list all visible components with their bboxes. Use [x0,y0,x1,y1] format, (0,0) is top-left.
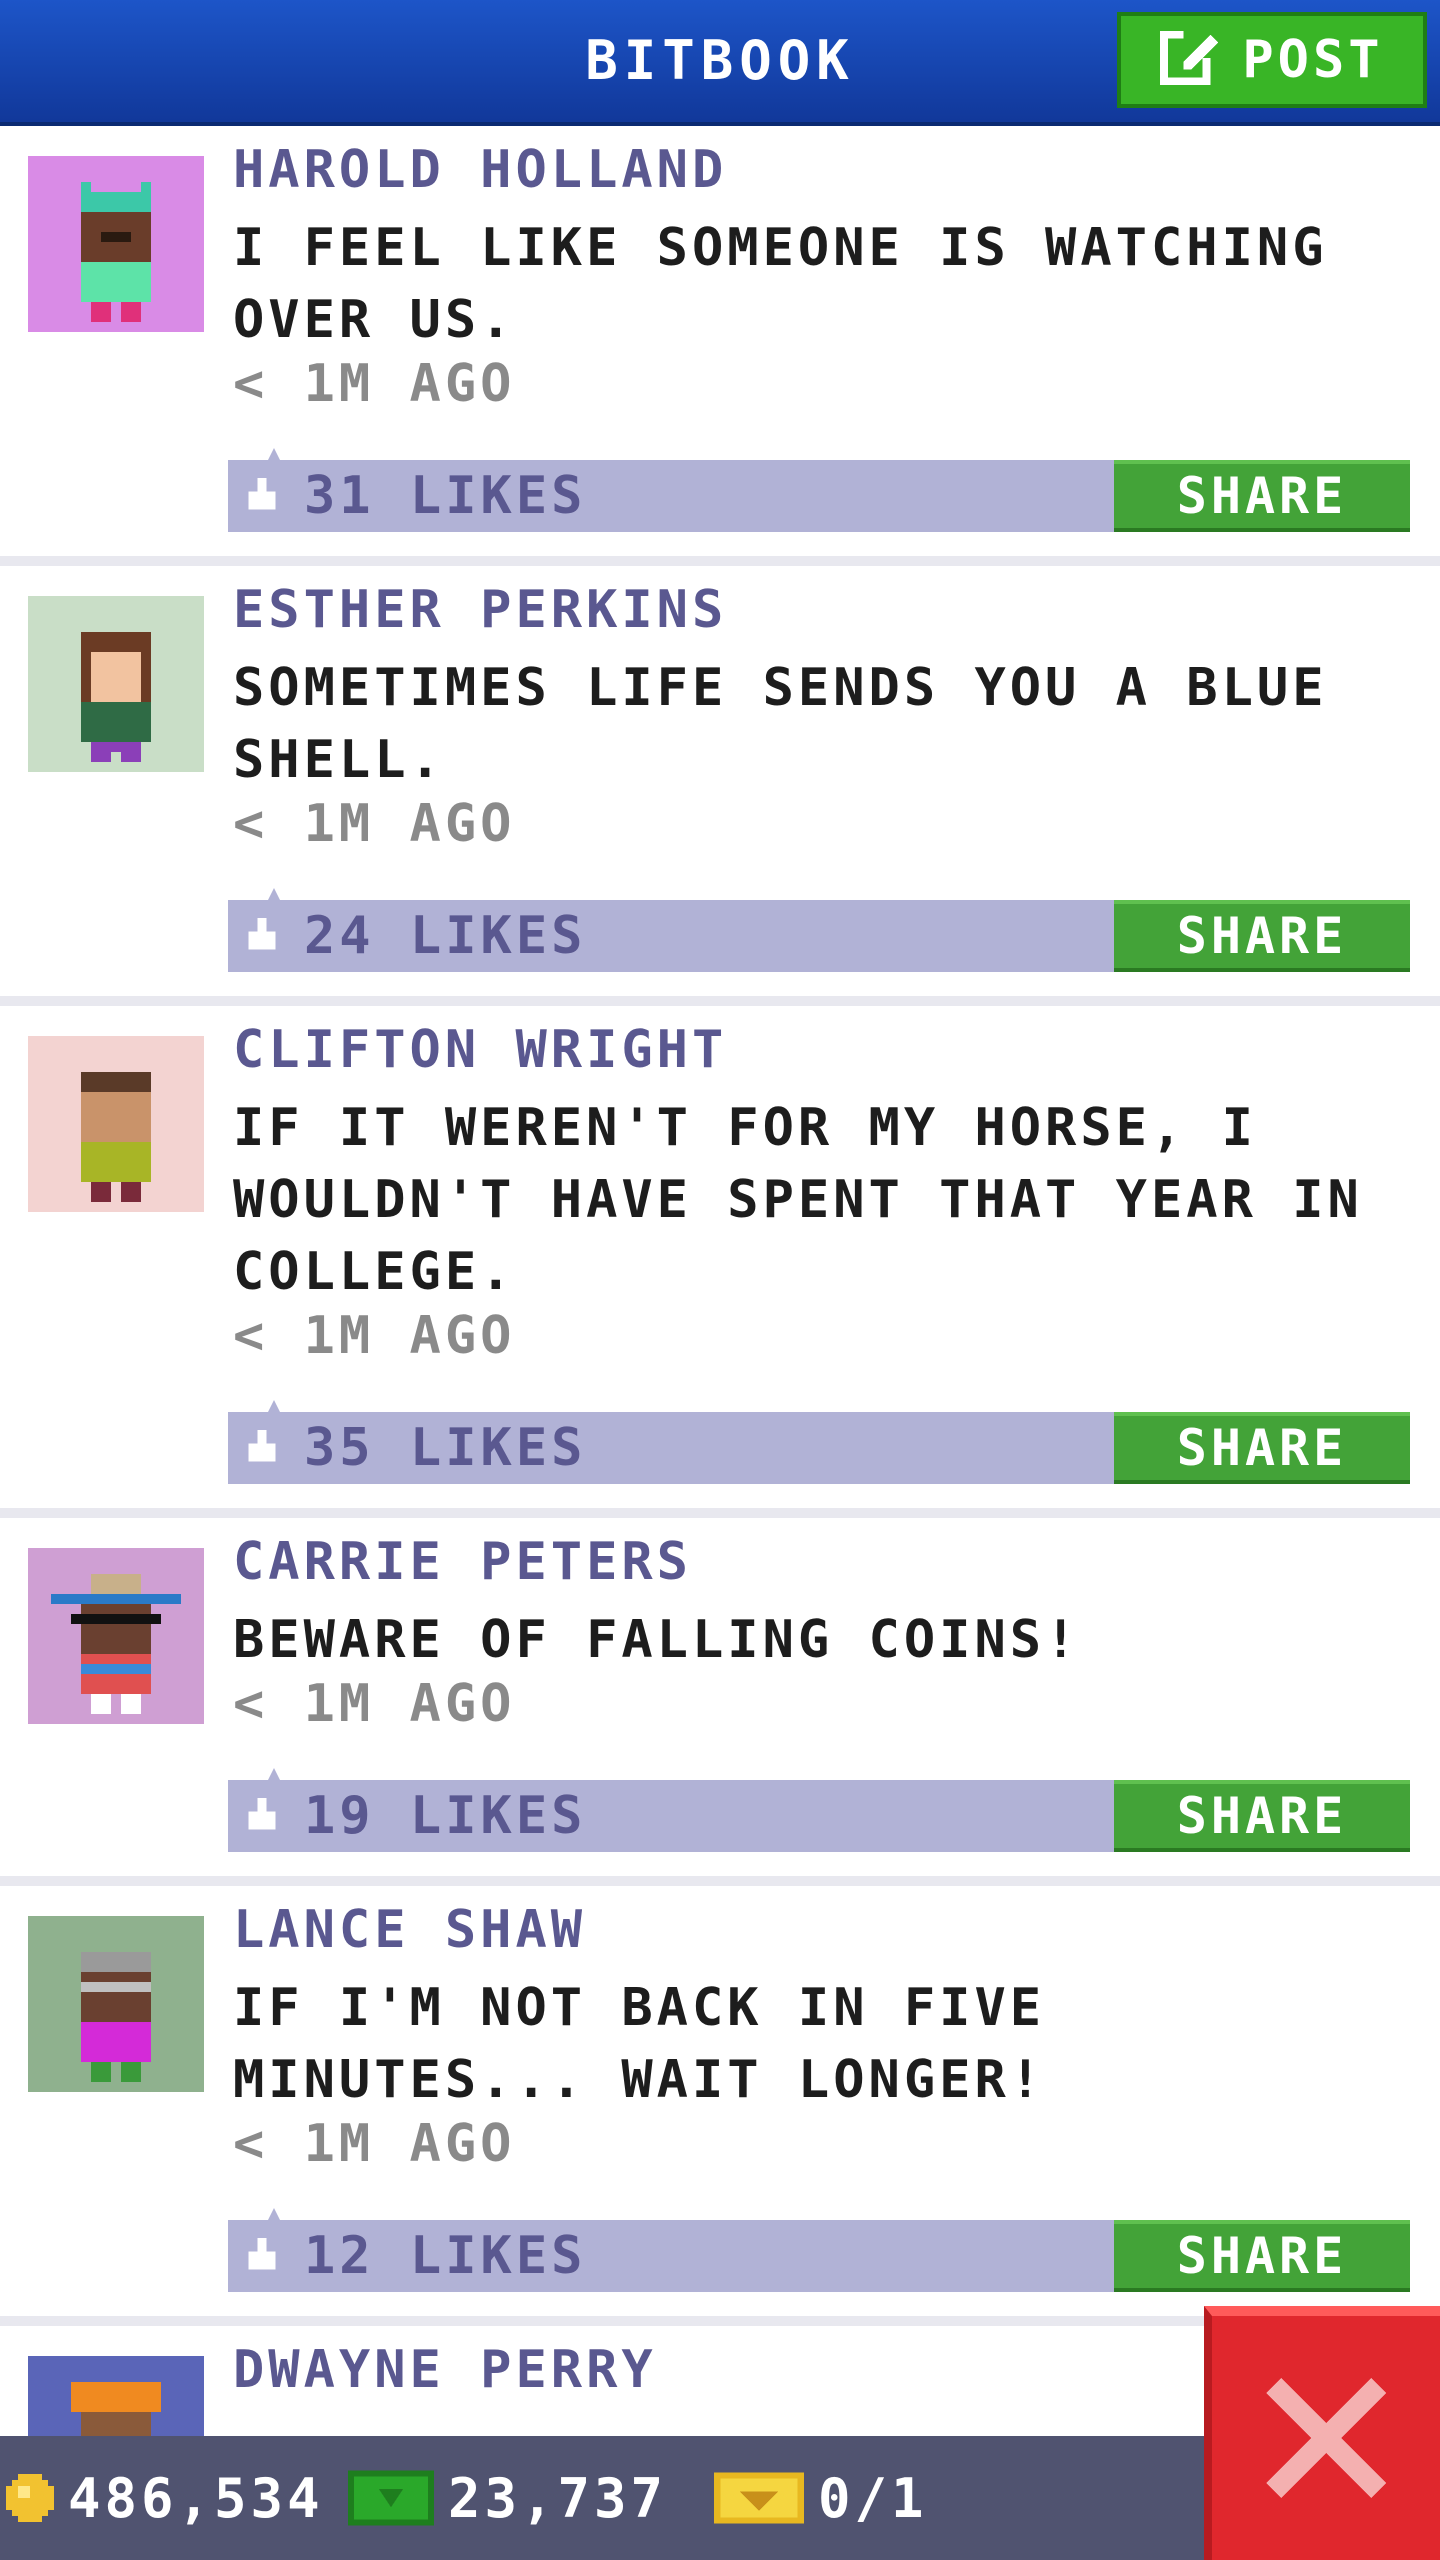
feed-post: HAROLD HOLLAND I FEEL LIKE SOMEONE IS WA… [0,126,1440,566]
app-header: BITBOOK POST [0,0,1440,126]
post-time: < 1M AGO [233,794,516,854]
avatar [28,1036,204,1212]
post-text: IF I'M NOT BACK IN FIVE MINUTES... WAIT … [233,1978,1046,2110]
thumb-icon [248,2238,276,2270]
feed-post: LANCE SHAW IF I'M NOT BACK IN FIVE MINUT… [0,1886,1440,2326]
post-time: < 1M AGO [233,2114,516,2174]
coins-value: 486,534 [68,2466,324,2530]
post-author: LANCE SHAW [233,1900,587,1960]
bux-display: 23,737 [348,2436,667,2560]
post-author: ESTHER PERKINS [233,580,728,640]
post-button-label: POST [1242,30,1384,90]
thumb-icon [248,918,276,950]
share-button[interactable]: SHARE [1114,1780,1410,1852]
bux-icon [348,2470,434,2526]
share-button[interactable]: SHARE [1114,460,1410,532]
tickets-display: 0/1 [714,2436,928,2560]
thumb-icon [248,1430,276,1462]
avatar [28,596,204,772]
post-time: < 1M AGO [233,1674,516,1734]
post-time: < 1M AGO [233,354,516,414]
post-time: < 1M AGO [233,1306,516,1366]
share-button[interactable]: SHARE [1114,2220,1410,2292]
ticket-icon [714,2472,804,2524]
tickets-value: 0/1 [818,2466,928,2530]
post-author: HAROLD HOLLAND [233,140,728,200]
likes-count: 31 LIKES [304,466,587,526]
likes-count: 12 LIKES [304,2226,587,2286]
thumb-icon [248,478,276,510]
likes-bar: 19 LIKES SHARE [228,1768,1410,1852]
post-author: DWAYNE PERRY [233,2340,657,2400]
post-text: IF IT WEREN'T FOR MY HORSE, I WOULDN'T H… [233,1098,1363,1302]
likes-count: 19 LIKES [304,1786,587,1846]
close-button[interactable] [1204,2306,1440,2560]
bux-value: 23,737 [448,2466,668,2530]
post-text: I FEEL LIKE SOMEONE IS WATCHING OVER US. [233,218,1328,350]
likes-bar: 24 LIKES SHARE [228,888,1410,972]
post-text: BEWARE OF FALLING COINS! [233,1610,1081,1670]
close-icon [1266,2378,1386,2498]
share-button[interactable]: SHARE [1114,900,1410,972]
compose-icon [1160,23,1222,98]
feed-list: HAROLD HOLLAND I FEEL LIKE SOMEONE IS WA… [0,126,1440,2532]
thumb-icon [248,1798,276,1830]
likes-count: 35 LIKES [304,1418,587,1478]
share-button[interactable]: SHARE [1114,1412,1410,1484]
likes-bar: 12 LIKES SHARE [228,2208,1410,2292]
post-author: CLIFTON WRIGHT [233,1020,728,1080]
avatar [28,1548,204,1724]
coin-icon [6,2474,54,2522]
likes-bar: 31 LIKES SHARE [228,448,1410,532]
avatar [28,156,204,332]
coins-display: 486,534 [6,2436,324,2560]
post-text: SOMETIMES LIFE SENDS YOU A BLUE SHELL. [233,658,1328,790]
feed-post: ESTHER PERKINS SOMETIMES LIFE SENDS YOU … [0,566,1440,1006]
likes-count: 24 LIKES [304,906,587,966]
post-author: CARRIE PETERS [233,1532,692,1592]
likes-bar: 35 LIKES SHARE [228,1400,1410,1484]
avatar [28,1916,204,2092]
post-button[interactable]: POST [1117,12,1427,108]
feed-post: CARRIE PETERS BEWARE OF FALLING COINS! <… [0,1518,1440,1886]
feed-post: CLIFTON WRIGHT IF IT WEREN'T FOR MY HORS… [0,1006,1440,1518]
